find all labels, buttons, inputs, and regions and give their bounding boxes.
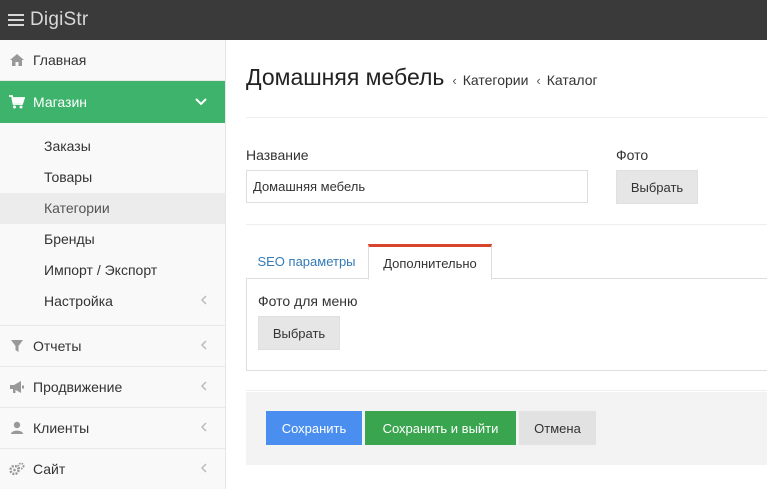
tab-seo[interactable]: SEO параметры	[246, 244, 367, 279]
sidebar-item-label: Отчеты	[33, 338, 82, 354]
filter-icon	[9, 338, 25, 354]
main-content: Домашняя мебель ‹ Категории ‹ Каталог На…	[226, 40, 767, 489]
submenu-item-settings[interactable]: Настройка	[0, 286, 225, 317]
sidebar: Главная Магазин Заказы Товары Категории …	[0, 40, 226, 489]
submenu-item-products[interactable]: Товары	[0, 162, 225, 193]
cancel-button[interactable]: Отмена	[519, 411, 596, 445]
sidebar-item-label: Продвижение	[33, 379, 123, 395]
breadcrumb-catalog[interactable]: Каталог	[547, 72, 598, 88]
divider	[246, 390, 767, 391]
form-actions: Сохранить Сохранить и выйти Отмена	[246, 392, 767, 465]
sidebar-item-promotion[interactable]: Продвижение	[0, 367, 225, 408]
photo-select-button[interactable]: Выбрать	[616, 170, 698, 204]
divider	[246, 117, 767, 118]
sidebar-item-label: Сайт	[33, 461, 66, 477]
chevron-left-icon	[200, 380, 207, 394]
sidebar-item-label: Главная	[33, 52, 87, 68]
sidebar-item-label: Магазин	[33, 94, 88, 110]
shop-submenu: Заказы Товары Категории Бренды Импорт / …	[0, 123, 225, 326]
brand[interactable]: DigiStr	[0, 9, 88, 31]
chevron-left-icon	[200, 339, 207, 353]
divider	[246, 224, 767, 225]
menu-icon[interactable]	[8, 14, 24, 26]
sidebar-item-label: Клиенты	[33, 420, 90, 436]
name-label: Название	[246, 147, 309, 163]
megaphone-icon	[9, 379, 25, 395]
tab-bar: SEO параметры Дополнительно	[246, 244, 767, 280]
photo-label: Фото	[616, 147, 649, 163]
submenu-item-categories[interactable]: Категории	[0, 193, 225, 224]
tab-panel-extra: Фото для меню Выбрать	[246, 279, 767, 371]
chevron-down-icon	[195, 95, 207, 109]
submenu-item-import-export[interactable]: Импорт / Экспорт	[0, 255, 225, 286]
submenu-item-label: Настройка	[44, 293, 113, 309]
user-icon	[9, 420, 25, 436]
menu-photo-label: Фото для меню	[258, 293, 358, 309]
save-and-exit-button[interactable]: Сохранить и выйти	[365, 411, 516, 445]
sidebar-item-shop[interactable]: Магазин	[0, 81, 225, 123]
tab-extra[interactable]: Дополнительно	[368, 244, 492, 280]
chevron-left-icon	[200, 421, 207, 435]
home-icon	[9, 52, 25, 68]
chevron-left-icon	[200, 462, 207, 476]
sidebar-item-reports[interactable]: Отчеты	[0, 326, 225, 367]
name-input[interactable]	[246, 170, 588, 203]
breadcrumb-categories[interactable]: Категории	[463, 72, 529, 88]
sidebar-item-clients[interactable]: Клиенты	[0, 408, 225, 449]
brand-name: DigiStr	[30, 9, 89, 30]
chevron-left-icon	[200, 286, 207, 317]
submenu-item-orders[interactable]: Заказы	[0, 131, 225, 162]
menu-photo-select-button[interactable]: Выбрать	[258, 316, 340, 350]
submenu-item-brands[interactable]: Бренды	[0, 224, 225, 255]
gears-icon	[9, 461, 25, 477]
cart-icon	[9, 94, 25, 110]
sidebar-item-site[interactable]: Сайт	[0, 449, 225, 489]
breadcrumb-separator-icon: ‹	[452, 73, 457, 88]
page-header: Домашняя мебель ‹ Категории ‹ Каталог	[246, 64, 767, 91]
top-bar: DigiStr	[0, 0, 767, 40]
page-title: Домашняя мебель	[246, 64, 445, 90]
save-button[interactable]: Сохранить	[266, 411, 362, 445]
breadcrumb-separator-icon: ‹	[536, 73, 541, 88]
sidebar-item-home[interactable]: Главная	[0, 40, 225, 81]
